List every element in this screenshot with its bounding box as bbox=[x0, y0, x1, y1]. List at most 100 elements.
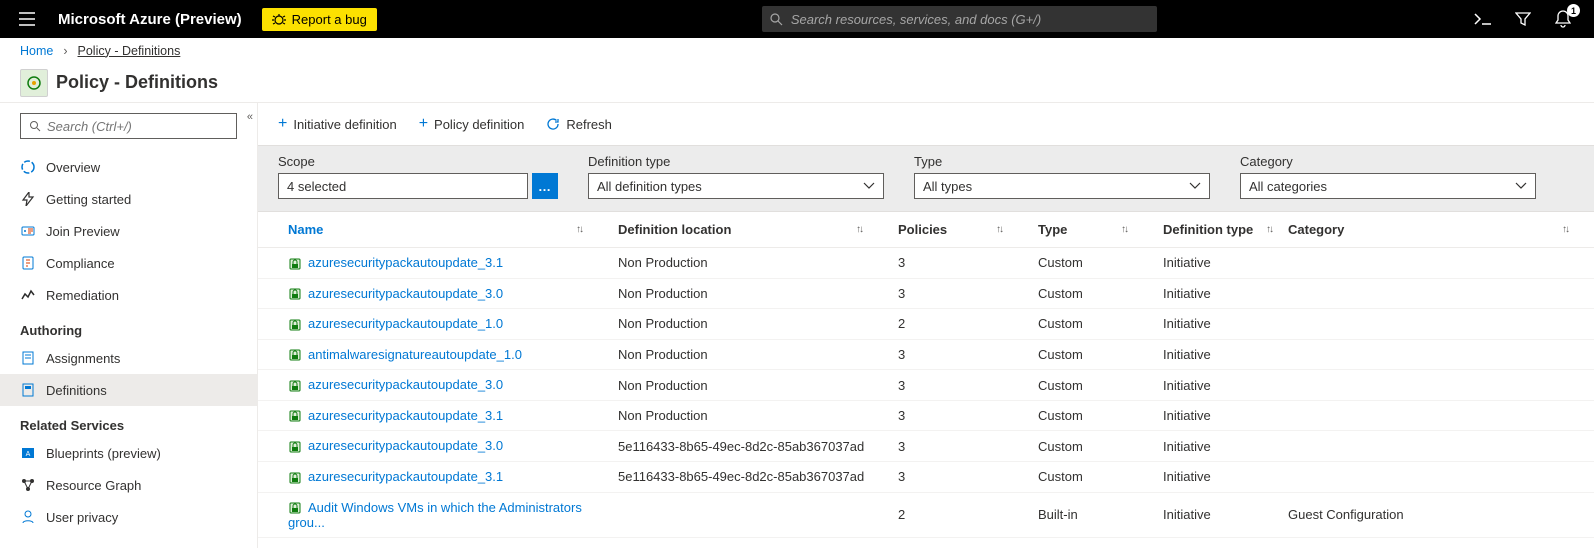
cell-policies: 3 bbox=[888, 370, 1028, 401]
sidebar-item-compliance[interactable]: Compliance bbox=[0, 247, 257, 279]
definition-link[interactable]: azuresecuritypackautoupdate_1.0 bbox=[308, 316, 503, 331]
cell-location bbox=[608, 492, 888, 538]
refresh-button[interactable]: Refresh bbox=[546, 117, 612, 132]
table-row: azuresecuritypackautoupdate_3.0Non Produ… bbox=[258, 278, 1594, 309]
col-category[interactable]: Category↑↓ bbox=[1278, 212, 1594, 248]
col-policies[interactable]: Policies↑↓ bbox=[888, 212, 1028, 248]
topbar: Microsoft Azure (Preview) Report a bug S… bbox=[0, 0, 1594, 38]
cell-location: 5e116433-8b65-49ec-8d2c-85ab367037ad bbox=[608, 461, 888, 492]
filter-type-label: Type bbox=[914, 154, 1210, 169]
brand-title: Microsoft Azure (Preview) bbox=[58, 11, 242, 28]
overview-icon bbox=[20, 159, 36, 175]
definitions-icon bbox=[20, 382, 36, 398]
cell-deftype: Initiative bbox=[1153, 248, 1278, 279]
cell-type: Custom bbox=[1028, 339, 1153, 370]
initiative-icon bbox=[288, 471, 302, 485]
filter-icon[interactable] bbox=[1514, 10, 1532, 28]
definition-link[interactable]: azuresecuritypackautoupdate_3.1 bbox=[308, 255, 503, 270]
definition-link[interactable]: azuresecuritypackautoupdate_3.0 bbox=[308, 377, 503, 392]
hamburger-icon[interactable] bbox=[8, 0, 46, 38]
cell-location: Non Production bbox=[608, 309, 888, 340]
initiative-icon bbox=[288, 348, 302, 362]
definition-link[interactable]: Audit Windows VMs in which the Administr… bbox=[288, 500, 582, 531]
cell-type: Custom bbox=[1028, 370, 1153, 401]
add-initiative-button[interactable]: + Initiative definition bbox=[278, 115, 397, 133]
category-value: All categories bbox=[1249, 179, 1327, 194]
sidebar-search[interactable] bbox=[20, 113, 237, 139]
definition-link[interactable]: azuresecuritypackautoupdate_3.1 bbox=[308, 469, 503, 484]
col-location[interactable]: Definition location↑↓ bbox=[608, 212, 888, 248]
deftype-select[interactable]: All definition types bbox=[588, 173, 884, 199]
initiative-icon bbox=[288, 409, 302, 423]
cell-deftype: Initiative bbox=[1153, 309, 1278, 340]
breadcrumb: Home › Policy - Definitions bbox=[0, 38, 1594, 63]
notifications-icon[interactable]: 1 bbox=[1554, 10, 1572, 28]
table-row: azuresecuritypackautoupdate_3.0Non Produ… bbox=[258, 370, 1594, 401]
definition-link[interactable]: azuresecuritypackautoupdate_3.1 bbox=[308, 408, 503, 423]
sidebar-item-resource-graph[interactable]: Resource Graph bbox=[0, 469, 257, 501]
report-bug-label: Report a bug bbox=[292, 12, 367, 27]
filter-scope-label: Scope bbox=[278, 154, 558, 169]
cell-deftype: Initiative bbox=[1153, 278, 1278, 309]
col-type[interactable]: Type↑↓ bbox=[1028, 212, 1153, 248]
sidebar-item-label: Compliance bbox=[46, 256, 115, 271]
cloud-shell-icon[interactable] bbox=[1474, 10, 1492, 28]
refresh-label: Refresh bbox=[566, 117, 612, 132]
breadcrumb-home[interactable]: Home bbox=[20, 44, 53, 58]
cell-deftype: Initiative bbox=[1153, 400, 1278, 431]
plus-icon: + bbox=[278, 115, 287, 133]
scope-picker-button[interactable]: … bbox=[532, 173, 558, 199]
sidebar-search-input[interactable] bbox=[47, 119, 228, 134]
table-row: azuresecuritypackautoupdate_3.1Non Produ… bbox=[258, 248, 1594, 279]
scope-select[interactable]: 4 selected bbox=[278, 173, 528, 199]
cell-deftype: Initiative bbox=[1153, 370, 1278, 401]
sidebar-item-assignments[interactable]: Assignments bbox=[0, 342, 257, 374]
cell-type: Custom bbox=[1028, 278, 1153, 309]
add-policy-label: Policy definition bbox=[434, 117, 524, 132]
definition-link[interactable]: azuresecuritypackautoupdate_3.0 bbox=[308, 438, 503, 453]
table-row: azuresecuritypackautoupdate_1.0 Non Produ… bbox=[258, 309, 1594, 340]
initiative-icon bbox=[288, 318, 302, 332]
sidebar-item-definitions[interactable]: Definitions bbox=[0, 374, 257, 406]
cell-type: Custom bbox=[1028, 248, 1153, 279]
report-bug-button[interactable]: Report a bug bbox=[262, 8, 377, 31]
sidebar-item-blueprints[interactable]: A Blueprints (preview) bbox=[0, 437, 257, 469]
cell-location: Non Production bbox=[608, 339, 888, 370]
sidebar-item-getting-started[interactable]: Getting started bbox=[0, 183, 257, 215]
definitions-table: Name↑↓ Definition location↑↓ Policies↑↓ … bbox=[258, 212, 1594, 548]
type-select[interactable]: All types bbox=[914, 173, 1210, 199]
cell-category bbox=[1278, 370, 1594, 401]
global-search[interactable]: Search resources, services, and docs (G+… bbox=[762, 6, 1157, 32]
add-policy-button[interactable]: + Policy definition bbox=[419, 115, 525, 133]
table-row: azuresecuritypackautoupdate_3.05e116433-… bbox=[258, 431, 1594, 462]
cell-type: Custom bbox=[1028, 461, 1153, 492]
collapse-sidebar-icon[interactable]: « bbox=[247, 111, 253, 123]
sidebar-group-authoring: Authoring bbox=[0, 311, 257, 342]
type-value: All types bbox=[923, 179, 972, 194]
chevron-right-icon: › bbox=[63, 44, 67, 58]
cell-deftype: Initiative bbox=[1153, 339, 1278, 370]
sidebar-item-user-privacy[interactable]: User privacy bbox=[0, 501, 257, 533]
sidebar-item-remediation[interactable]: Remediation bbox=[0, 279, 257, 311]
sidebar-item-join-preview[interactable]: Join Preview bbox=[0, 215, 257, 247]
sort-icon: ↑↓ bbox=[576, 224, 582, 235]
assignments-icon bbox=[20, 350, 36, 366]
compliance-icon bbox=[20, 255, 36, 271]
initiative-icon bbox=[288, 287, 302, 301]
cell-category bbox=[1278, 309, 1594, 340]
col-name[interactable]: Name↑↓ bbox=[258, 212, 608, 248]
main-content: + Initiative definition + Policy definit… bbox=[258, 103, 1594, 548]
preview-icon bbox=[20, 223, 36, 239]
sidebar-item-overview[interactable]: Overview bbox=[0, 151, 257, 183]
toolbar: + Initiative definition + Policy definit… bbox=[258, 103, 1594, 145]
cell-category bbox=[1278, 400, 1594, 431]
col-deftype[interactable]: Definition type↑↓ bbox=[1153, 212, 1278, 248]
filter-definition-type: Definition type All definition types bbox=[588, 154, 884, 199]
cell-category bbox=[1278, 248, 1594, 279]
filter-bar: Scope 4 selected … Definition type All d… bbox=[258, 145, 1594, 212]
sort-icon: ↑↓ bbox=[1121, 224, 1127, 235]
definition-link[interactable]: antimalwaresignatureautoupdate_1.0 bbox=[308, 347, 522, 362]
notification-badge: 1 bbox=[1567, 4, 1580, 17]
definition-link[interactable]: azuresecuritypackautoupdate_3.0 bbox=[308, 286, 503, 301]
category-select[interactable]: All categories bbox=[1240, 173, 1536, 199]
